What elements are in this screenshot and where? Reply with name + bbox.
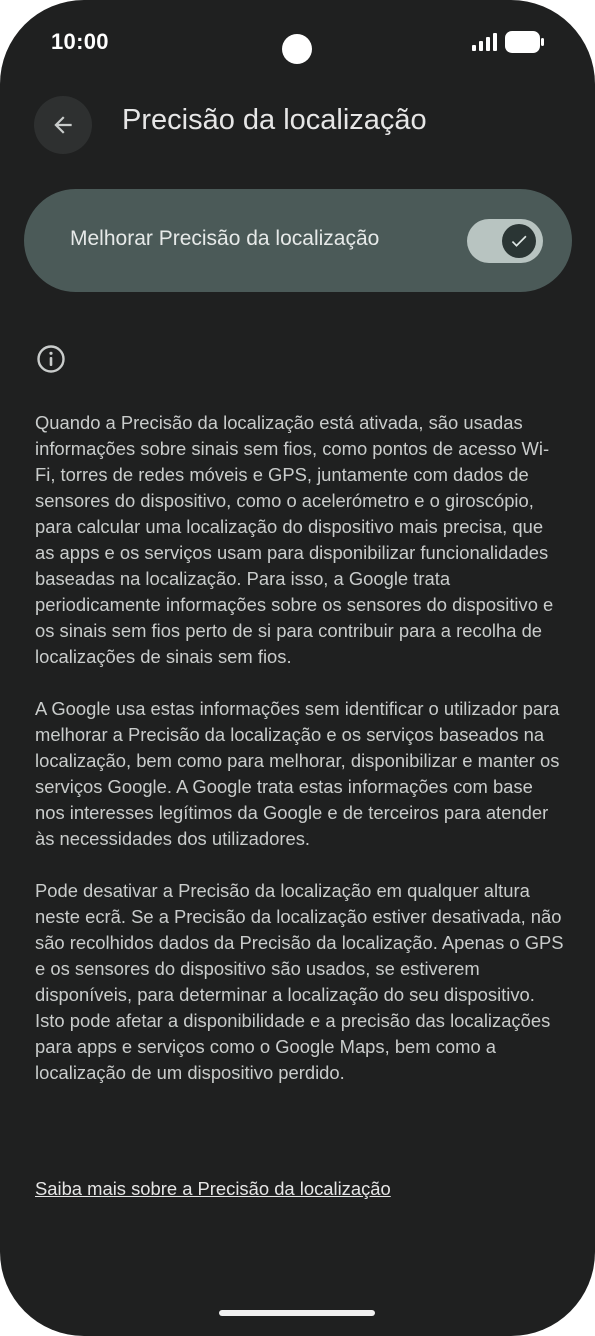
info-paragraph-1: Quando a Precisão da localização está at… (35, 412, 554, 667)
location-accuracy-switch[interactable] (467, 219, 543, 263)
toggle-card[interactable]: Melhorar Precisão da localização (24, 189, 572, 292)
info-paragraph-3: Pode desativar a Precisão da localização… (35, 880, 564, 1083)
status-bar: 10:00 (0, 0, 595, 90)
home-indicator[interactable] (219, 1310, 375, 1316)
info-body: Quando a Precisão da localização está at… (35, 410, 565, 1112)
info-paragraph-2: A Google usa estas informações sem ident… (35, 698, 560, 849)
info-icon (37, 345, 65, 373)
back-button[interactable] (34, 96, 92, 154)
battery-icon (505, 31, 544, 53)
learn-more-link[interactable]: Saiba mais sobre a Precisão da localizaç… (35, 1176, 391, 1202)
check-icon (511, 235, 527, 247)
arrow-back-icon (54, 116, 72, 134)
toggle-label: Melhorar Precisão da localização (70, 227, 380, 250)
signal-icon (472, 33, 497, 51)
status-time: 10:00 (51, 29, 109, 54)
camera-cutout (282, 34, 312, 64)
phone-screen: 10:00 Precisão da localização Melhorar P… (0, 0, 595, 1336)
switch-knob (502, 224, 536, 258)
page-title: Precisão da localização (122, 104, 427, 136)
